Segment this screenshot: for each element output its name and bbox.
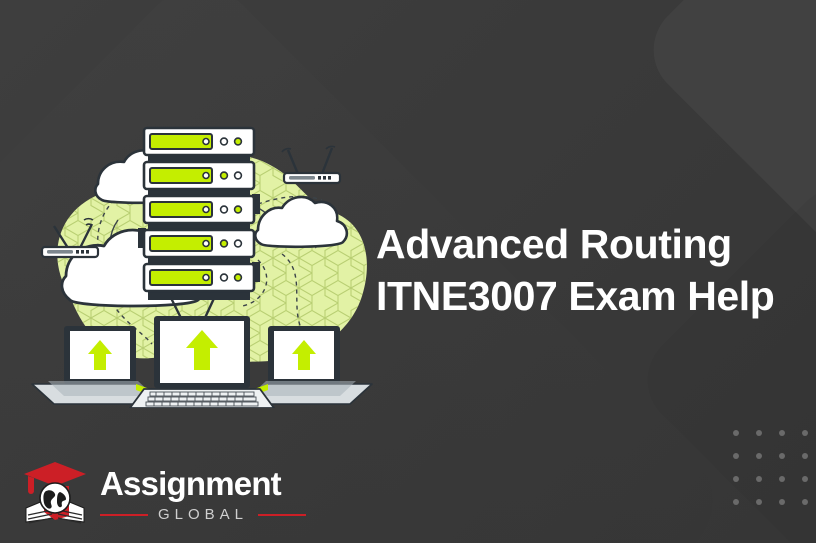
grid-dot: [802, 453, 808, 459]
grid-dot: [733, 499, 739, 505]
promo-banner: Advanced Routing ITNE3007 Exam Help Assi…: [0, 0, 816, 543]
grid-dot: [733, 476, 739, 482]
graduation-cap-globe-book-icon: [22, 460, 88, 530]
logo-subtitle: GLOBAL: [158, 506, 249, 523]
grid-dot: [756, 476, 762, 482]
grid-dot: [733, 430, 739, 436]
logo-rule-right: [258, 513, 307, 516]
title-line-2: ITNE3007 Exam Help: [376, 273, 775, 320]
server-unit-5: [142, 262, 260, 293]
grid-dot: [802, 430, 808, 436]
grid-dot: [779, 430, 785, 436]
server-unit-3: [142, 194, 260, 225]
network-illustration: [26, 108, 378, 408]
server-unit-4: [138, 228, 256, 259]
logo-rule-left: [100, 513, 148, 516]
grid-dot: [756, 499, 762, 505]
grid-dot: [756, 453, 762, 459]
grid-dot: [779, 476, 785, 482]
router-right: [281, 145, 342, 185]
grid-dot: [733, 453, 739, 459]
server-rack: [138, 126, 260, 300]
server-unit-1: [142, 126, 256, 157]
title-line-1: Advanced Routing: [376, 221, 732, 267]
logo-text-block: Assignment GLOBAL: [100, 465, 307, 523]
logo-wordmark: Assignment: [100, 465, 282, 502]
grid-dot: [802, 499, 808, 505]
logo-subtitle-row: GLOBAL: [100, 506, 307, 523]
grid-dot: [779, 453, 785, 459]
grid-dot: [802, 476, 808, 482]
brand-logo[interactable]: Assignment GLOBAL: [22, 460, 307, 530]
server-unit-2: [142, 160, 256, 191]
dot-grid-decoration: [733, 430, 816, 522]
grid-dot: [779, 499, 785, 505]
page-title: Advanced Routing ITNE3007 Exam Help: [376, 218, 796, 323]
grid-dot: [756, 430, 762, 436]
